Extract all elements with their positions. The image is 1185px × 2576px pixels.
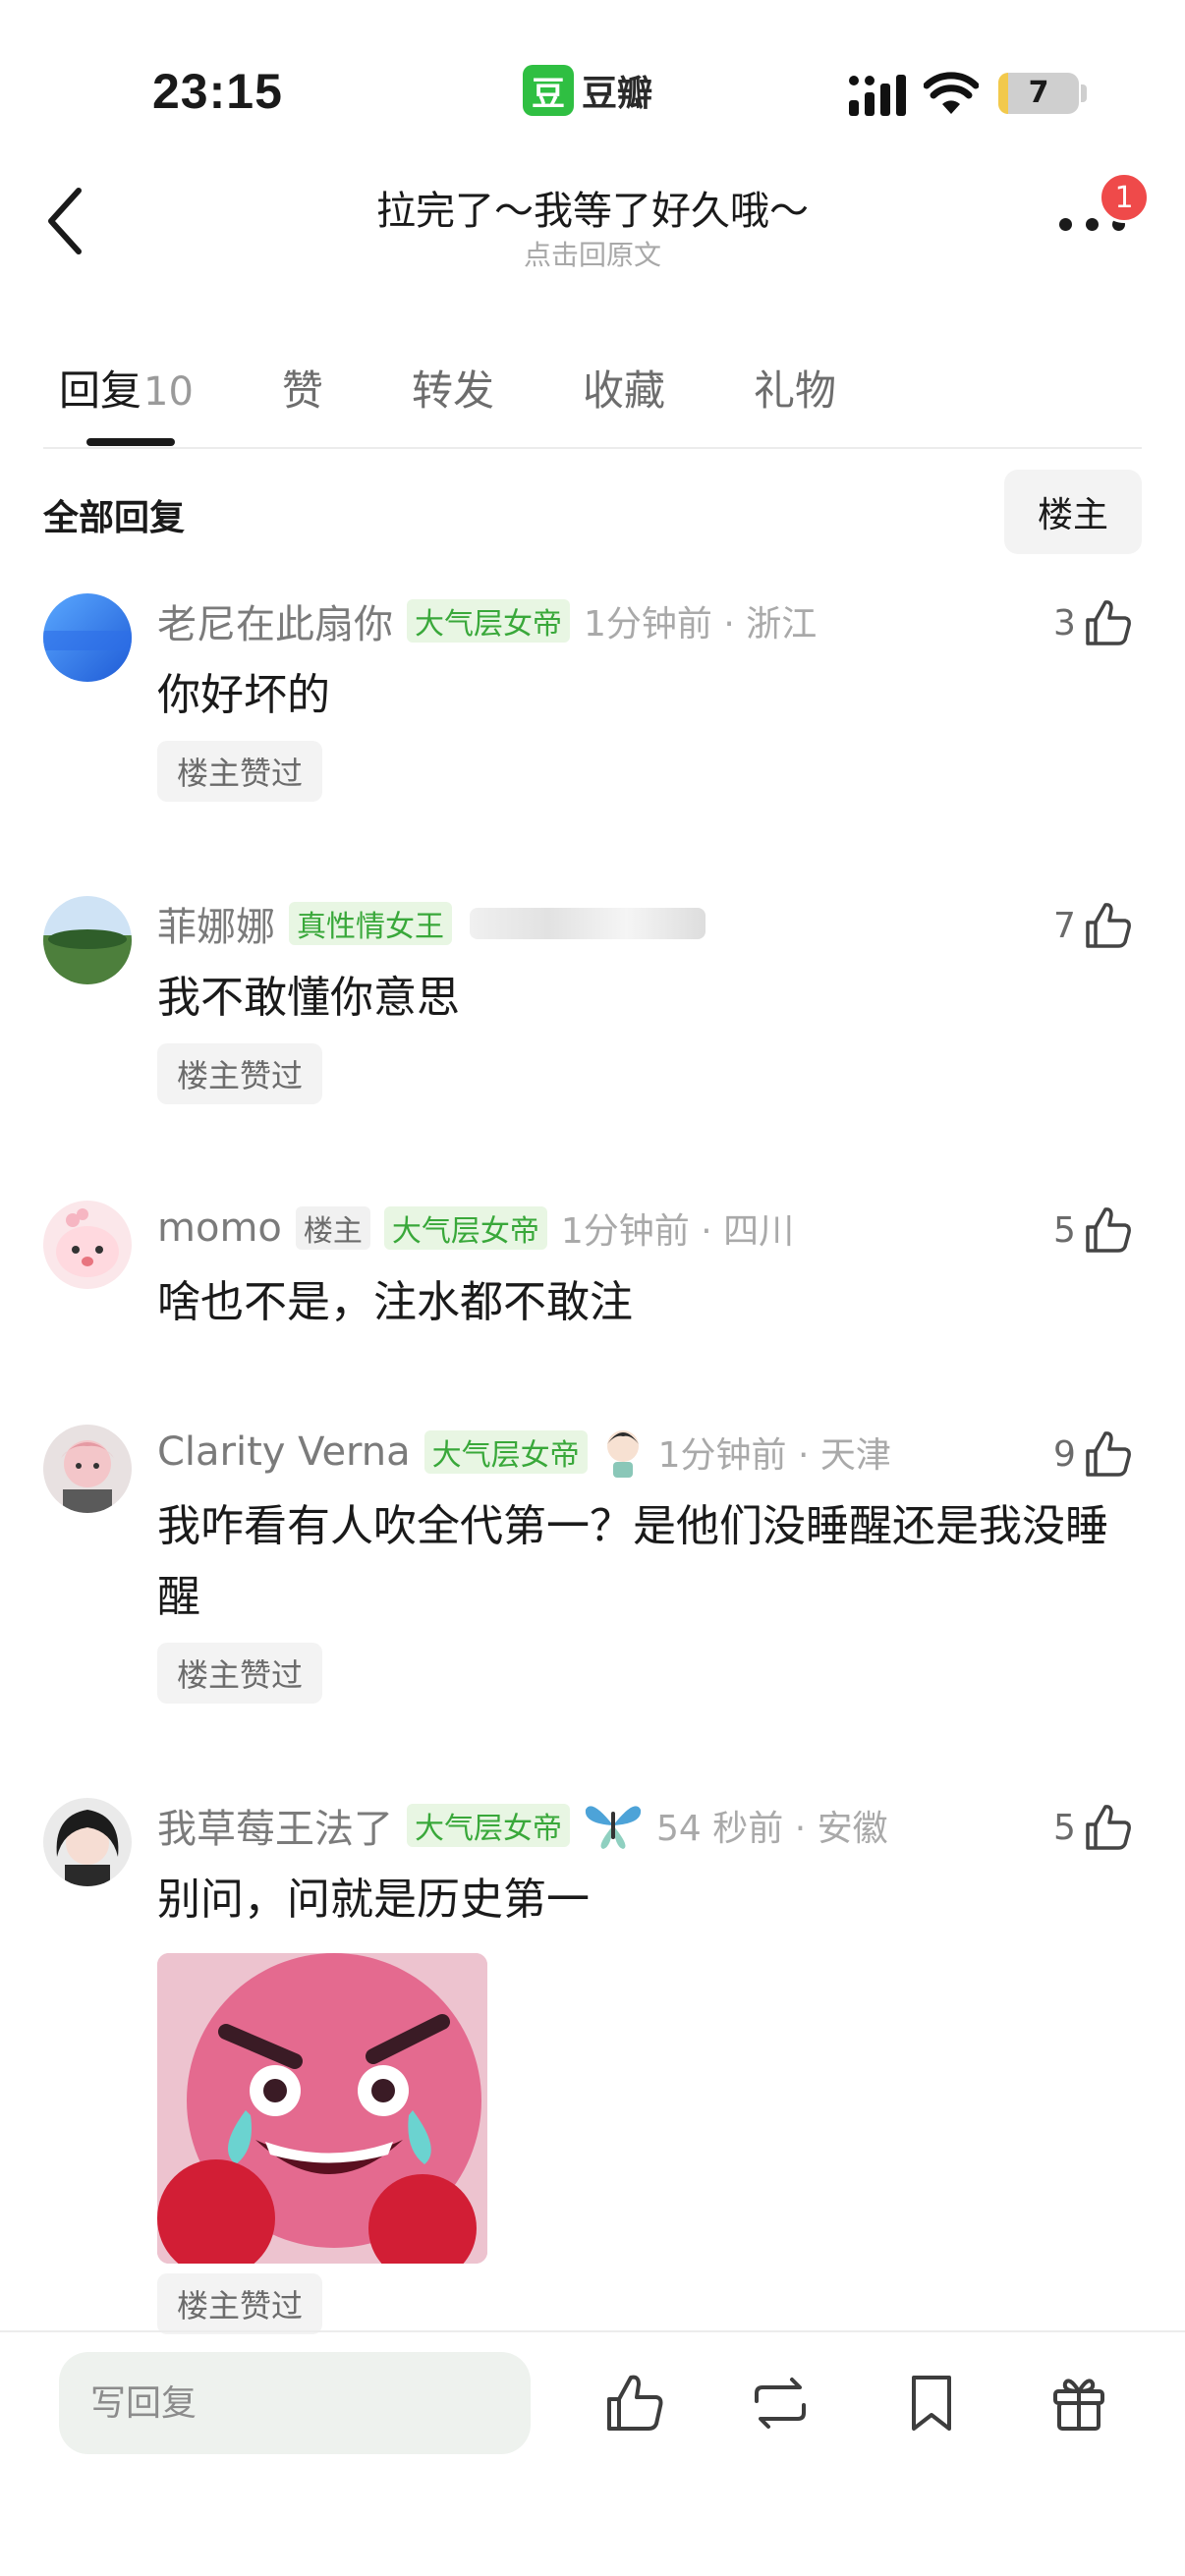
avatar[interactable] [43,1798,132,1886]
avatar[interactable] [43,1425,132,1513]
tab-label: 回复 [59,366,142,415]
like-button[interactable]: 5 [1053,1201,1133,1260]
reply-input[interactable] [59,2352,531,2454]
app-name: 豆瓣 [582,74,653,114]
commenter-name[interactable]: 我草莓王法了 [157,1797,393,1854]
like-count: 5 [1053,1209,1076,1251]
battery-level: 7 [1028,76,1049,110]
status-time: 23:15 [152,64,283,119]
comment-meta: 1分钟前 · 天津 [657,1435,891,1476]
cellular-signal-icon [849,75,906,116]
owner-liked-badge: 楼主赞过 [157,741,323,802]
like-count: 3 [1053,602,1076,644]
commenter-name[interactable]: 菲娜娜 [157,895,275,952]
comment-text: 啥也不是，注水都不敢注 [157,1277,633,1327]
battery-tip [1081,84,1087,102]
section-title: 全部回复 [43,498,186,538]
thumbs-up-icon [1086,1805,1131,1850]
thumbs-up-icon [1086,1431,1131,1477]
angry-crying-kirby-sticker [157,1953,487,2264]
owner-liked-badge: 楼主赞过 [157,1043,323,1104]
commenter-name[interactable]: Clarity Verna [157,1429,411,1475]
thumbs-up-icon [1086,600,1131,645]
user-title-badge: 大气层女帝 [423,1430,588,1474]
active-tab-indicator [86,438,175,446]
user-title-badge: 大气层女帝 [407,599,570,643]
thumbs-up-icon [1086,1207,1131,1253]
thumbs-up-icon[interactable] [603,2372,666,2435]
commenter-name[interactable]: momo [157,1205,282,1251]
thumbs-up-icon [1086,903,1131,948]
user-title-badge: 大气层女帝 [407,1804,570,1847]
comment-meta: 1分钟前 · 浙江 [584,604,818,644]
tab-replies[interactable]: 回复10 [59,358,194,417]
comment-meta: 1分钟前 · 四川 [560,1211,795,1252]
comment-header: 老尼在此扇你 大气层女帝 1分钟前 · 浙江 [157,593,817,648]
comment-header: 菲娜娜 真性情女王 [157,896,705,951]
like-button[interactable]: 3 [1053,593,1133,652]
avatar[interactable] [43,1201,132,1289]
like-button[interactable]: 5 [1053,1798,1133,1857]
like-count: 7 [1053,905,1076,946]
repost-icon[interactable] [749,2372,812,2435]
avatar-pendant-icon [606,1430,639,1478]
comment-text: 别问，问就是历史第一 [157,1875,590,1925]
app-indicator: 豆 豆瓣 [523,63,652,118]
post-title[interactable]: 拉完了～我等了好久哦～ [197,179,988,236]
commenter-name[interactable]: 老尼在此扇你 [157,592,393,649]
comment-text: 你好坏的 [157,670,330,720]
divider [0,2330,1185,2332]
wifi-icon [924,72,979,114]
like-button[interactable]: 7 [1053,896,1133,955]
tab-count: 10 [143,369,194,415]
like-count: 5 [1053,1807,1076,1848]
user-title-badge: 大气层女帝 [383,1206,547,1250]
comment-image[interactable] [157,1953,487,2264]
back-arrow-icon[interactable] [43,187,88,255]
avatar[interactable] [43,593,132,682]
douban-logo-icon: 豆 [523,65,574,116]
comment-text: 我不敢懂你意思 [157,973,460,1023]
user-title-badge: 真性情女王 [289,902,452,945]
notification-badge: 1 [1099,172,1150,223]
tab-gifts[interactable]: 礼物 [754,358,836,417]
comment-text: 我咋看有人吹全代第一？是他们没睡醒还是我没睡醒 [157,1501,1108,1622]
owner-liked-badge: 楼主赞过 [157,2273,323,2334]
tab-bar: 回复10 赞 转发 收藏 礼物 [59,358,925,417]
butterfly-icon [585,1806,642,1849]
comment-header: 我草莓王法了 大气层女帝 54 秒前 · 安徽 [157,1798,888,1853]
comment-header: momo 楼主 大气层女帝 1分钟前 · 四川 [157,1201,794,1256]
bookmark-icon[interactable] [900,2372,963,2435]
battery-icon: 7 [998,73,1079,114]
divider [43,447,1142,449]
like-button[interactable]: 9 [1053,1425,1133,1484]
comment-header: Clarity Verna 大气层女帝 1分钟前 · 天津 [157,1425,891,1480]
gift-icon[interactable] [1047,2372,1110,2435]
blurred-meta [470,908,705,939]
avatar[interactable] [43,896,132,984]
tab-likes[interactable]: 赞 [282,358,323,417]
tab-reposts[interactable]: 转发 [412,358,494,417]
tab-collections[interactable]: 收藏 [583,358,665,417]
back-to-original-link[interactable]: 点击回原文 [197,234,988,273]
like-count: 9 [1053,1433,1076,1475]
comment-meta: 54 秒前 · 安徽 [656,1809,888,1849]
owner-liked-badge: 楼主赞过 [157,1643,323,1704]
owner-badge: 楼主 [295,1206,370,1250]
owner-only-filter-button[interactable]: 楼主 [1004,470,1142,554]
